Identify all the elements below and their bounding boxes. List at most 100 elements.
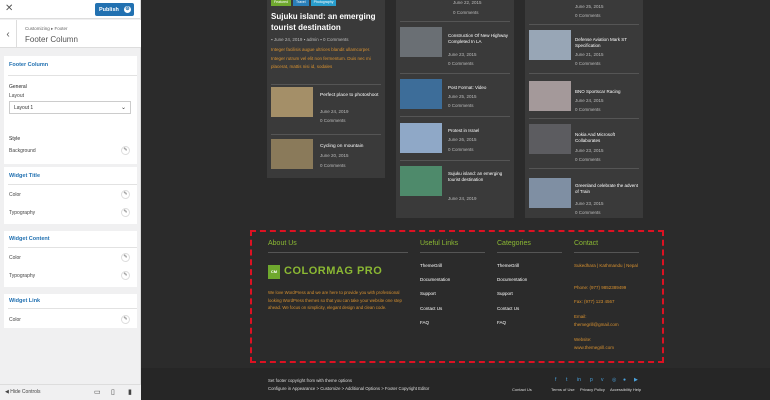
group-title-footer-column: Footer Column: [9, 62, 49, 68]
gear-icon[interactable]: ⚙: [124, 6, 131, 13]
edit-widget-content-color-button[interactable]: ✎: [121, 253, 130, 262]
contact-email[interactable]: themegrill@gmail.com: [574, 322, 619, 327]
widget-content-group: Widget Content Color ✎ Typography ✎: [4, 231, 137, 287]
post-comments: 0 Comments: [575, 157, 601, 162]
featured-meta: ▪ June 24, 2019 ▪ admin ▪ 0 Comments: [271, 37, 348, 42]
pinterest-icon[interactable]: p: [590, 377, 593, 383]
vimeo-icon[interactable]: v: [601, 377, 604, 383]
footer-nav-link[interactable]: Accessibility Help: [610, 387, 641, 392]
post-date: June 25, 2015: [575, 4, 604, 9]
post-date: June 26, 2015: [448, 137, 477, 142]
post-title[interactable]: Nokia And Microsoft Collaborates: [575, 132, 639, 144]
footer-nav-link[interactable]: Terms of Use: [551, 387, 575, 392]
widget-link-color-label: Color: [9, 317, 21, 323]
footer-link[interactable]: FAQ: [420, 320, 429, 325]
tag[interactable]: Travel: [293, 0, 309, 6]
desktop-preview-icon[interactable]: ▭: [94, 388, 101, 396]
background-label: Background: [9, 148, 36, 154]
footer-link[interactable]: ThemeGrill: [497, 263, 519, 268]
thumbnail-image[interactable]: [400, 123, 442, 153]
footer-nav-link[interactable]: Privacy Policy: [580, 387, 605, 392]
customizer-footer: ◀ Hide Controls ▭ ▯ ▮: [0, 384, 141, 400]
post-date: June 25, 2015: [448, 94, 477, 99]
thumbnail-image[interactable]: [400, 27, 442, 57]
footer-link[interactable]: Support: [420, 291, 436, 296]
thumbnail-image[interactable]: [529, 178, 571, 208]
divider: [8, 247, 137, 248]
back-button[interactable]: ‹: [0, 20, 17, 48]
widget-link-group: Widget Link Color ✎: [4, 294, 137, 328]
tag[interactable]: Featured: [271, 0, 292, 6]
twitter-icon[interactable]: t: [566, 377, 567, 383]
footer-about-text: We love WordPress and we are here to pro…: [268, 290, 402, 310]
post-title[interactable]: Cycling on mountain: [320, 144, 380, 149]
footer-about-title: About Us: [268, 240, 297, 247]
tag[interactable]: Photography: [310, 0, 337, 6]
footer-link[interactable]: Documentation: [420, 277, 450, 282]
footer-nav-link[interactable]: Contact Us: [512, 387, 532, 392]
thumbnail-image[interactable]: [271, 87, 313, 117]
copyright-line-1: Set footer copyright from with theme opt…: [268, 378, 353, 383]
youtube-icon[interactable]: ▶: [634, 377, 638, 383]
thumbnail-image[interactable]: [529, 124, 571, 154]
thumbnail-image[interactable]: [529, 81, 571, 111]
group-title-widget-title: Widget Title: [9, 173, 41, 179]
thumbnail-image[interactable]: [400, 166, 442, 196]
divider: [271, 134, 381, 135]
featured-author: admin: [306, 37, 319, 42]
layout-select[interactable]: Layout 1 ⌄: [9, 101, 131, 114]
close-icon[interactable]: ✕: [5, 3, 13, 14]
post-comments: 0 Comments: [575, 210, 601, 215]
footer-link[interactable]: Contact Us: [420, 306, 442, 311]
divider: [574, 252, 639, 253]
thumbnail-image[interactable]: [271, 139, 313, 169]
footer-link[interactable]: ThemeGrill: [420, 263, 442, 268]
edit-widget-title-color-button[interactable]: ✎: [121, 190, 130, 199]
post-title[interactable]: Post Format: Video: [448, 85, 510, 90]
footer-link[interactable]: Support: [497, 291, 513, 296]
divider: [420, 252, 485, 253]
footer-link[interactable]: Contact Us: [497, 306, 519, 311]
widget-title-typography-label: Typography: [9, 210, 36, 216]
chevron-down-icon: ⌄: [120, 105, 126, 111]
publish-button[interactable]: Publish ⚙: [95, 3, 134, 16]
divider: [497, 252, 562, 253]
thumbnail-image[interactable]: [529, 30, 571, 60]
divider: [400, 160, 510, 161]
customizer-sidebar: ✕ Publish ⚙ ‹ Customizing ▸ Footer Foote…: [0, 0, 141, 400]
post-title[interactable]: Perfect place to photoshoot: [320, 93, 380, 99]
thumbnail-image[interactable]: [400, 79, 442, 109]
mobile-preview-icon[interactable]: ▮: [128, 388, 132, 396]
edit-widget-content-typography-button[interactable]: ✎: [121, 271, 130, 280]
post-title[interactable]: Defense Aviation Mark ST Specification: [575, 37, 639, 49]
post-title[interactable]: Protest in Israel: [448, 128, 510, 133]
instagram-icon[interactable]: ◎: [612, 377, 616, 383]
layout-label: Layout: [9, 93, 25, 99]
post-date: June 23, 2015: [448, 52, 477, 57]
post-date: June 24, 2019: [320, 109, 349, 114]
flickr-icon[interactable]: ●: [623, 377, 626, 383]
tablet-preview-icon[interactable]: ▯: [111, 388, 115, 396]
contact-phone: Phone: (977) 9852389499: [574, 285, 627, 290]
contact-email-label: Email:: [574, 314, 587, 319]
customizer-topbar: ✕ Publish ⚙: [0, 0, 140, 19]
footer-link[interactable]: FAQ: [497, 320, 506, 325]
edit-background-button[interactable]: ✎: [121, 146, 130, 155]
footer-logo[interactable]: COLORMAG PRO: [284, 265, 382, 277]
post-title[interactable]: BNO Sportscar Racing: [575, 89, 639, 94]
featured-title[interactable]: Sujuku island: an emerging tourist desti…: [271, 11, 381, 33]
contact-website[interactable]: www.themegrill.com: [574, 345, 614, 350]
linkedin-icon[interactable]: in: [577, 377, 581, 383]
hide-controls-button[interactable]: ◀ Hide Controls: [5, 389, 41, 395]
section-title: Footer Column: [25, 35, 78, 44]
post-title[interactable]: Greenland celebrate the advent of Train: [575, 183, 639, 195]
group-title-widget-content: Widget Content: [9, 236, 50, 242]
edit-widget-title-typography-button[interactable]: ✎: [121, 208, 130, 217]
footer-useful-title: Useful Links: [420, 240, 459, 247]
footer-link[interactable]: Documentation: [497, 277, 527, 282]
facebook-icon[interactable]: f: [555, 377, 556, 383]
post-title[interactable]: Construction Of New Highway Completed In…: [448, 33, 510, 45]
edit-widget-link-color-button[interactable]: ✎: [121, 315, 130, 324]
post-title[interactable]: Sujuku island: an emerging tourist desti…: [448, 171, 510, 183]
divider: [271, 84, 381, 85]
